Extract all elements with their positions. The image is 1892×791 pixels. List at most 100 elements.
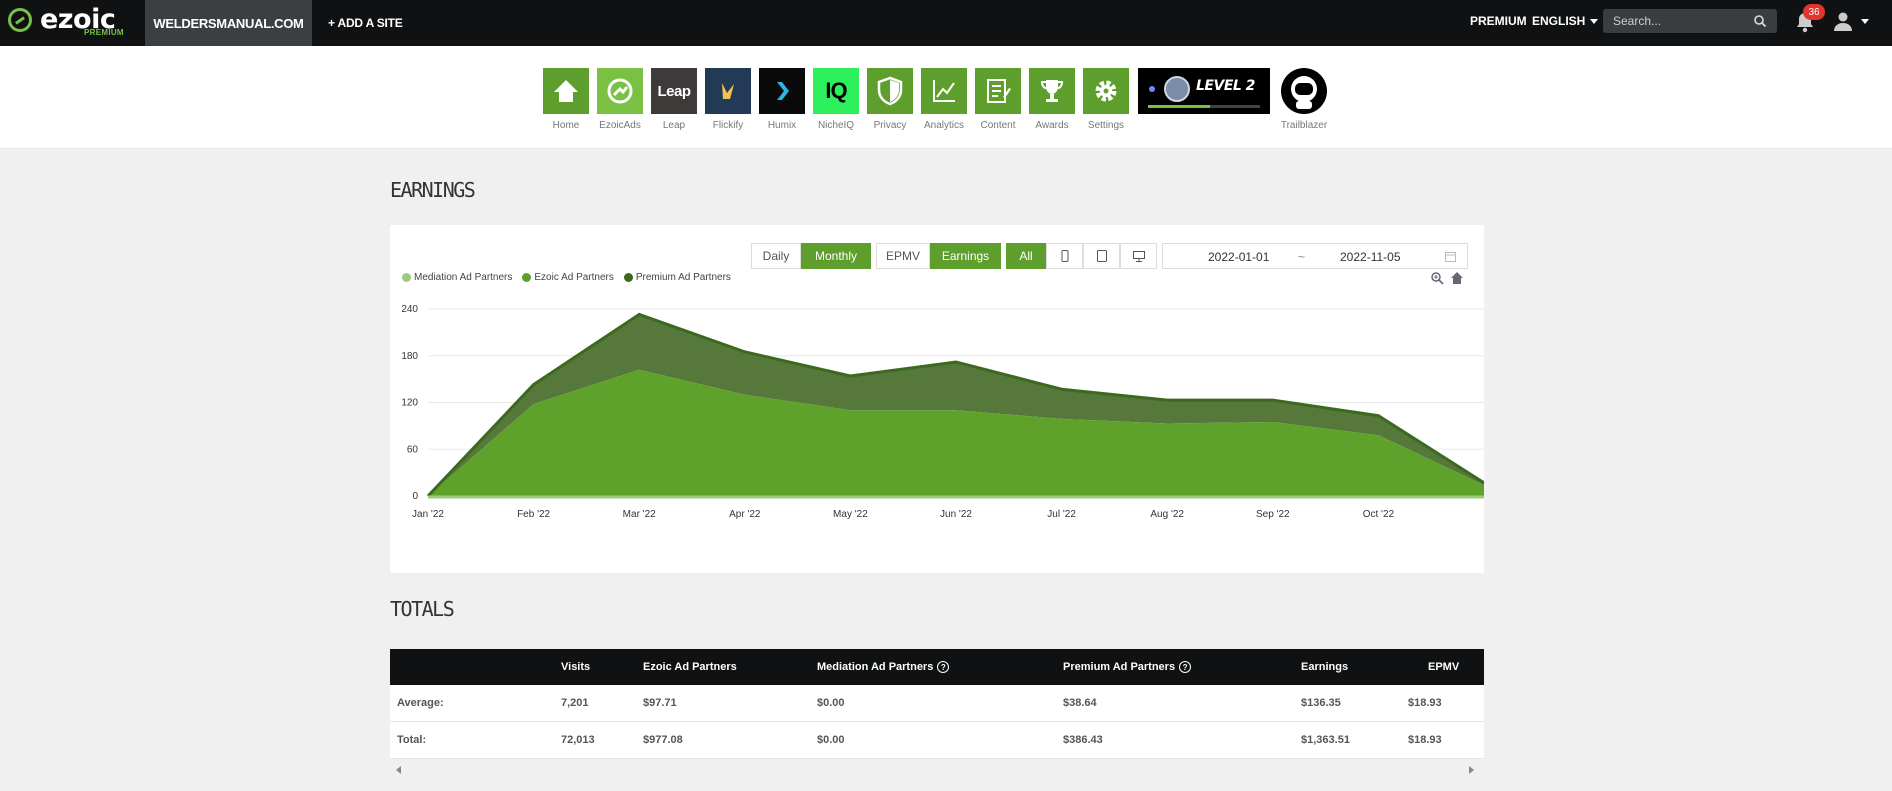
table-cell: $97.71	[643, 697, 677, 709]
search-icon[interactable]	[1753, 14, 1767, 28]
epmv-button[interactable]: EPMV	[876, 243, 930, 269]
device-mobile-button[interactable]	[1046, 243, 1083, 269]
app-awards[interactable]: Awards	[1029, 68, 1075, 131]
app-home[interactable]: Home	[543, 68, 589, 131]
app-humix[interactable]: Humix	[759, 68, 805, 131]
x-tick-label: Jun '22	[940, 509, 972, 520]
y-tick-label: 120	[401, 398, 418, 409]
column-header-ezoic: Ezoic Ad Partners	[643, 661, 737, 673]
trophy-icon	[1029, 68, 1075, 114]
earnings-heading: EARNINGS	[390, 178, 476, 202]
x-tick-label: Aug '22	[1150, 509, 1184, 520]
device-desktop-button[interactable]	[1120, 243, 1157, 269]
totals-table: Visits Ezoic Ad Partners Mediation Ad Pa…	[390, 649, 1484, 781]
earnings-chart-card: Daily Monthly EPMV Earnings All 2022-01-…	[390, 225, 1484, 573]
top-navigation-bar: ezoic PREMIUM WELDERSMANUAL.COM + ADD A …	[0, 0, 1892, 46]
table-row: Total: 72,013 $977.08 $0.00 $386.43 $1,3…	[390, 722, 1484, 759]
help-icon[interactable]: ?	[1179, 661, 1192, 673]
column-header-epmv: EPMV	[1428, 661, 1460, 673]
app-privacy[interactable]: Privacy	[867, 68, 913, 131]
table-cell: $18.93	[1408, 734, 1442, 746]
date-range-picker[interactable]: 2022-01-01 ~ 2022-11-05	[1162, 243, 1468, 269]
app-trailblazer[interactable]: Trailblazer	[1281, 68, 1327, 131]
legend-item-premium[interactable]: Premium Ad Partners	[623, 272, 731, 283]
chart-legend: Mediation Ad Partners Ezoic Ad Partners …	[402, 272, 731, 283]
x-tick-label: Jan '22	[412, 509, 444, 520]
search-input[interactable]	[1603, 9, 1777, 33]
notification-badge: 36	[1803, 4, 1825, 20]
device-tablet-button[interactable]	[1083, 243, 1120, 269]
daily-button[interactable]: Daily	[751, 243, 801, 269]
date-from: 2022-01-01	[1208, 250, 1270, 264]
row-label: Total:	[397, 734, 427, 746]
table-cell: 7,201	[561, 697, 589, 709]
shield-icon	[867, 68, 913, 114]
column-header-premium: Premium Ad Partners?	[1063, 649, 1192, 685]
legend-dot	[522, 273, 532, 282]
legend-item-mediation[interactable]: Mediation Ad Partners	[402, 272, 512, 283]
table-cell: $1,363.51	[1301, 734, 1350, 746]
app-launcher-bar: Home EzoicAds Leap Leap Flickify Humix I…	[0, 46, 1892, 149]
app-flickify[interactable]: Flickify	[705, 68, 751, 131]
app-leap[interactable]: Leap Leap	[651, 68, 697, 131]
gear-icon	[1083, 68, 1129, 114]
scroll-right-icon[interactable]	[1468, 766, 1474, 774]
flickify-icon	[705, 68, 751, 114]
reset-zoom-home-icon[interactable]	[1450, 271, 1464, 285]
table-header-row: Visits Ezoic Ad Partners Mediation Ad Pa…	[390, 649, 1484, 685]
scroll-left-icon[interactable]	[396, 766, 402, 774]
column-header-label: Premium Ad Partners	[1063, 661, 1176, 673]
calendar-icon	[1445, 252, 1456, 262]
user-icon[interactable]	[1833, 11, 1853, 31]
column-header-mediation: Mediation Ad Partners?	[817, 649, 950, 685]
table-cell: $0.00	[817, 697, 845, 709]
monthly-button[interactable]: Monthly	[801, 243, 871, 269]
language-dropdown[interactable]: ENGLISH	[1532, 0, 1599, 42]
device-all-button[interactable]: All	[1006, 243, 1046, 269]
legend-dot	[623, 273, 633, 282]
level-label: LEVEL 2	[1196, 78, 1255, 94]
user-menu-chevron-icon[interactable]	[1861, 19, 1869, 24]
row-label: Average:	[397, 697, 444, 709]
legend-label: Ezoic Ad Partners	[534, 272, 614, 283]
table-cell: $18.93	[1408, 697, 1442, 709]
desktop-icon	[1132, 250, 1145, 262]
column-header-label: Mediation Ad Partners	[817, 661, 934, 673]
add-site-link[interactable]: + ADD A SITE	[328, 0, 403, 46]
nicheiq-icon: IQ	[813, 68, 859, 114]
app-analytics[interactable]: Analytics	[921, 68, 967, 131]
app-nicheiq[interactable]: IQ NicheIQ	[813, 68, 859, 131]
earnings-area-chart: 0 60 120 180 240 Jan '22 Feb '22 Mar '22 Apr '22…	[401, 304, 1484, 520]
app-ezoicads[interactable]: EzoicAds	[597, 68, 643, 131]
app-label: Settings	[1087, 120, 1125, 131]
analytics-icon	[921, 68, 967, 114]
level-badge[interactable]: LEVEL 2	[1138, 68, 1270, 114]
ezoic-logo[interactable]: ezoic PREMIUM	[8, 4, 138, 40]
date-separator: ~	[1298, 250, 1306, 264]
content-icon	[975, 68, 1021, 114]
table-cell: $0.00	[817, 734, 845, 746]
legend-label: Premium Ad Partners	[635, 272, 731, 283]
earnings-metric-button[interactable]: Earnings	[930, 243, 1001, 269]
site-selector-tab[interactable]: WELDERSMANUAL.COM	[145, 0, 312, 46]
x-tick-label: Sep '22	[1256, 509, 1290, 520]
app-content[interactable]: Content	[975, 68, 1021, 131]
y-tick-label: 0	[412, 491, 418, 502]
y-tick-label: 240	[401, 304, 418, 315]
x-tick-label: Mar '22	[623, 509, 656, 520]
logo-subtitle: PREMIUM	[84, 28, 124, 37]
zoom-icon[interactable]	[1430, 271, 1444, 285]
astronaut-icon	[1281, 68, 1327, 114]
horizontal-scrollbar[interactable]	[390, 759, 1484, 781]
help-icon[interactable]: ?	[937, 661, 950, 673]
app-settings[interactable]: Settings	[1083, 68, 1129, 131]
y-tick-label: 60	[407, 444, 419, 455]
avatar	[1164, 76, 1190, 102]
column-header-earnings: Earnings	[1301, 661, 1349, 673]
column-header-visits: Visits	[561, 661, 591, 673]
legend-item-ezoic[interactable]: Ezoic Ad Partners	[522, 272, 614, 283]
chevron-down-icon	[1590, 18, 1599, 24]
legend-dot	[402, 273, 411, 282]
premium-link[interactable]: PREMIUM	[1470, 0, 1527, 42]
table-cell: 72,013	[561, 734, 595, 746]
